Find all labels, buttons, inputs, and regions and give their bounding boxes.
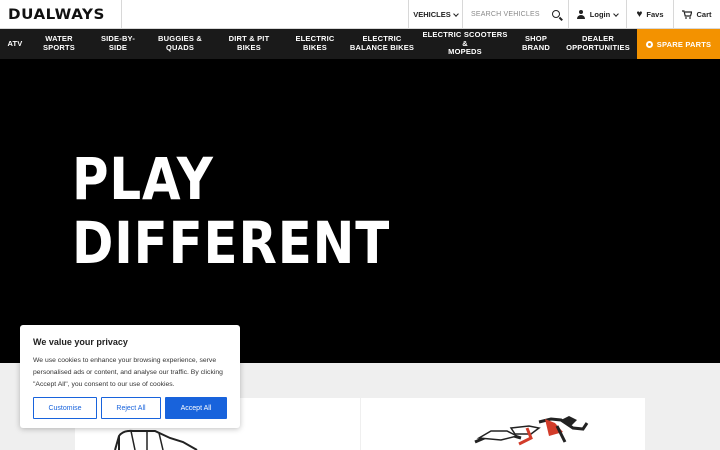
login-label: Login xyxy=(589,10,611,19)
user-icon xyxy=(577,10,586,19)
hero-title: PLAY DIFFERENT xyxy=(72,147,390,275)
search-input[interactable] xyxy=(471,11,551,18)
cookie-title: We value your privacy xyxy=(33,337,128,347)
search-icon[interactable] xyxy=(552,10,560,18)
accept-all-button[interactable]: Accept All xyxy=(165,397,227,419)
search-box xyxy=(462,0,568,29)
chevron-down-icon xyxy=(613,10,620,17)
divider xyxy=(121,0,122,29)
nav-item-atv[interactable]: ATV xyxy=(0,29,30,59)
top-bar: DUALWAYS VEHICLES Login ♥ Favs Cart xyxy=(0,0,720,29)
gear-icon xyxy=(645,40,653,48)
nav-item-water-sports[interactable]: WATER SPORTS xyxy=(30,29,88,59)
customise-button[interactable]: Customise xyxy=(33,397,97,419)
cart-button[interactable]: Cart xyxy=(673,0,720,29)
nav-item-shop-brand[interactable]: SHOP BRAND xyxy=(510,29,562,59)
cookie-consent-dialog: We value your privacy We use cookies to … xyxy=(20,325,240,428)
vehicles-dropdown[interactable]: VEHICLES xyxy=(408,0,462,29)
heart-icon: ♥ xyxy=(636,8,643,20)
nav-item-dirt-pit-bikes[interactable]: DIRT & PIT BIKES xyxy=(212,29,286,59)
main-nav: ATV WATER SPORTS SIDE-BY- SIDE BUGGIES & QU… xyxy=(0,29,720,59)
spare-parts-label: SPARE PARTS xyxy=(656,39,712,49)
logo-text: DUALWAYS xyxy=(8,7,105,23)
reject-all-button[interactable]: Reject All xyxy=(101,397,161,419)
hero-line-1: PLAY xyxy=(72,145,214,213)
chevron-down-icon xyxy=(452,10,459,17)
login-button[interactable]: Login xyxy=(568,0,626,29)
hero-line-2: DIFFERENT xyxy=(72,209,391,277)
nav-item-side-by-side[interactable]: SIDE-BY- SIDE xyxy=(88,29,148,59)
vehicles-label: VEHICLES xyxy=(413,10,451,19)
cart-icon xyxy=(682,10,693,19)
nav-item-electric-bikes[interactable]: ELECTRIC BIKES xyxy=(286,29,344,59)
nav-item-electric-balance-bikes[interactable]: ELECTRIC BALANCE BIKES xyxy=(344,29,420,59)
dirt-bike-image xyxy=(474,416,589,446)
nav-item-dealer-opportunities[interactable]: DEALER OPPORTUNITIES xyxy=(562,29,634,59)
favs-label: Favs xyxy=(646,10,664,19)
category-card[interactable] xyxy=(361,398,645,450)
spare-parts-button[interactable]: SPARE PARTS xyxy=(637,29,720,59)
logo[interactable]: DUALWAYS xyxy=(8,6,104,24)
cookie-body: We use cookies to enhance your browsing … xyxy=(33,357,223,388)
favs-button[interactable]: ♥ Favs xyxy=(626,0,673,29)
cookie-buttons: Customise Reject All Accept All xyxy=(33,397,227,419)
cart-label: Cart xyxy=(696,10,712,19)
hero-banner: PLAY DIFFERENT xyxy=(0,59,720,363)
nav-item-buggies-quads[interactable]: BUGGIES & QUADS xyxy=(148,29,212,59)
nav-item-electric-scooters-mopeds[interactable]: ELECTRIC SCOOTERS & MOPEDS xyxy=(420,29,510,59)
